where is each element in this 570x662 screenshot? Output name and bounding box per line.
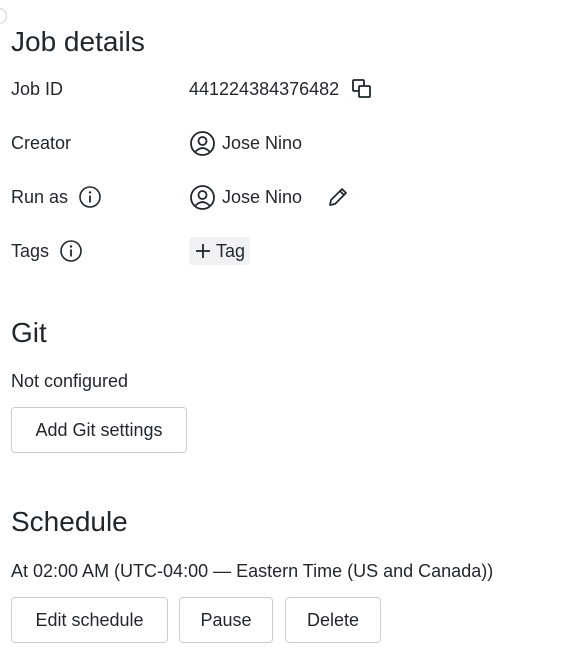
add-git-settings-button[interactable]: Add Git settings — [11, 407, 187, 453]
pause-button[interactable]: Pause — [179, 597, 273, 643]
schedule-title: Schedule — [11, 506, 128, 537]
pencil-icon[interactable] — [326, 185, 350, 209]
job-details-panel: Job details Job ID 441224384376482 Creat… — [0, 0, 570, 662]
schedule-description: At 02:00 AM (UTC-04:00 — Eastern Time (U… — [11, 561, 494, 581]
job-id-label-text: Job ID — [11, 78, 64, 99]
add-tag-button[interactable]: Tag — [189, 237, 251, 265]
job-id-label: Job ID — [11, 77, 63, 101]
tags-label-text: Tags — [11, 240, 50, 261]
copy-icon[interactable] — [351, 78, 373, 100]
creator-name: Jose Nino — [222, 132, 303, 153]
git-status: Not configured — [11, 371, 129, 391]
run-as-label-text: Run as — [11, 186, 69, 207]
edit-schedule-button[interactable]: Edit schedule — [11, 597, 168, 643]
run-as-name: Jose Nino — [222, 186, 303, 207]
run-as-label: Run as — [11, 185, 102, 209]
creator-value-row: Jose Nino — [189, 130, 302, 156]
collapse-handle[interactable] — [0, 8, 7, 24]
job-id-value-row: 441224384376482 — [189, 76, 373, 102]
user-circle-icon — [189, 184, 216, 211]
job-id-value: 441224384376482 — [189, 78, 340, 99]
user-circle-icon — [189, 130, 216, 157]
git-title: Git — [11, 317, 47, 348]
creator-label-text: Creator — [11, 132, 72, 153]
info-icon[interactable] — [78, 185, 102, 209]
run-as-value-row: Jose Nino — [189, 184, 350, 210]
add-tag-label: Tag — [216, 240, 246, 261]
creator-label: Creator — [11, 131, 71, 155]
delete-button[interactable]: Delete — [285, 597, 381, 643]
info-icon[interactable] — [59, 239, 83, 263]
plus-icon — [194, 242, 212, 260]
job-details-title: Job details — [11, 26, 145, 57]
tags-label: Tags — [11, 239, 83, 263]
